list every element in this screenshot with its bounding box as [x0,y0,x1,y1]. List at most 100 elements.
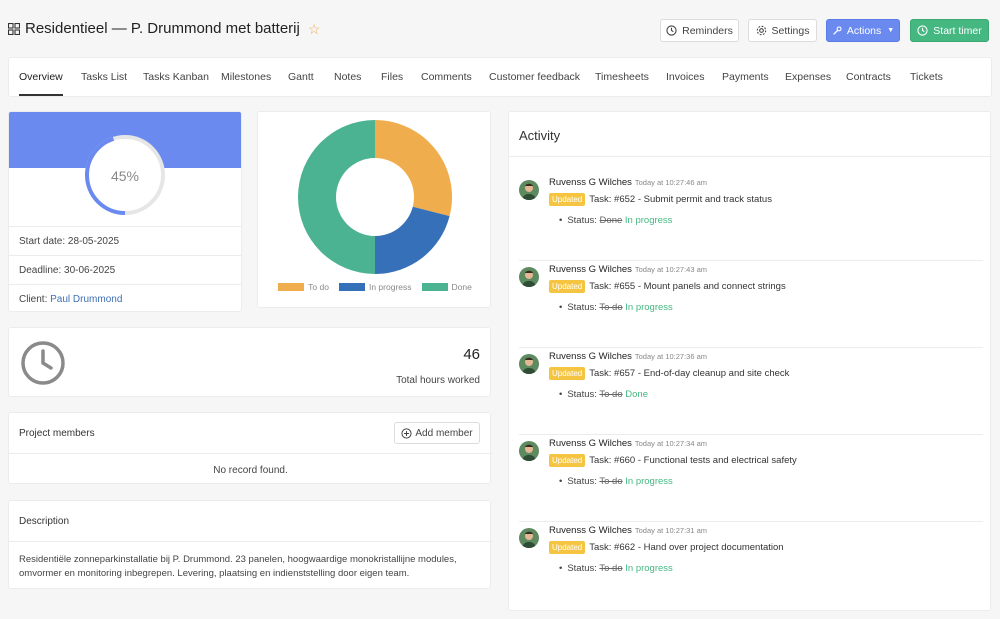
bullet-icon: • [559,389,563,400]
description-title: Description [19,516,70,527]
tab-overview[interactable]: Overview [19,58,63,96]
task-title[interactable]: Task: #652 - Submit permit and track sta… [589,194,772,205]
tab-notes[interactable]: Notes [334,58,361,96]
wrench-icon [832,25,842,36]
tab-gantt[interactable]: Gantt [288,58,314,96]
plus-circle-icon [401,427,412,439]
old-status: To do [599,563,623,574]
user-name[interactable]: Ruvenss G Wilches [549,438,632,449]
legend-item-todo[interactable]: To do [278,282,329,292]
activity-task-line: Updated Task: #657 - End-of-day cleanup a… [549,367,789,380]
client-link[interactable]: Paul Drummond [50,294,122,305]
tab-contracts[interactable]: Contracts [846,58,891,96]
activity-time: Today at 10:27:36 am [634,352,708,361]
user-name[interactable]: Ruvenss G Wilches [549,264,632,275]
updated-badge: Updated [549,367,586,380]
old-status: Done [599,215,623,226]
tab-expenses[interactable]: Expenses [785,58,831,96]
status-label: Status: [567,215,597,226]
tab-tasks-kanban[interactable]: Tasks Kanban [143,58,209,96]
activity-item: Ruvenss G Wilches Today at 10:27:43 am Up… [509,261,992,348]
tab-tasks-list[interactable]: Tasks List [81,58,127,96]
activity-time: Today at 10:27:43 am [634,265,708,274]
bullet-icon: • [559,476,563,487]
hours-card: 46 Total hours worked [8,327,491,397]
activity-status: • Status: Done In progress [559,215,672,226]
activity-item: Ruvenss G Wilches Today at 10:27:36 am Up… [509,348,992,435]
tab-milestones[interactable]: Milestones [221,58,271,96]
members-empty: No record found. [9,453,492,476]
new-status: In progress [625,563,673,574]
total-hours-label: Total hours worked [396,375,480,386]
activity-task-line: Updated Task: #660 - Functional tests and… [549,454,797,467]
tab-comments[interactable]: Comments [421,58,472,96]
task-title[interactable]: Task: #660 - Functional tests and electr… [589,455,797,466]
activity-item: Ruvenss G Wilches Today at 10:27:34 am Up… [509,435,992,522]
old-status: To do [599,389,623,400]
tab-payments[interactable]: Payments [722,58,769,96]
chart-legend: To do In progress Done [258,282,492,292]
updated-badge: Updated [549,454,586,467]
legend-swatch [278,283,305,291]
legend-item-done[interactable]: Done [421,282,472,292]
activity-user: Ruvenss G Wilches Today at 10:27:34 am [549,438,707,449]
activity-status: • Status: To do In progress [559,476,673,487]
add-member-button[interactable]: Add member [394,422,480,444]
user-name[interactable]: Ruvenss G Wilches [549,525,632,536]
donut-slice-todo[interactable] [375,120,452,217]
legend-swatch [338,283,365,291]
user-name[interactable]: Ruvenss G Wilches [549,177,632,188]
activity-user: Ruvenss G Wilches Today at 10:27:31 am [549,525,707,536]
donut-slice-in-progress[interactable] [375,206,450,274]
user-name[interactable]: Ruvenss G Wilches [549,351,632,362]
settings-button[interactable]: Settings [748,19,817,42]
start-timer-button[interactable]: Start timer [910,19,989,42]
legend-item-in-progress[interactable]: In progress [338,282,412,292]
activity-user: Ruvenss G Wilches Today at 10:27:46 am [549,177,707,188]
divider [9,541,492,542]
reminders-label: Reminders [682,24,733,37]
task-title[interactable]: Task: #655 - Mount panels and connect st… [589,281,785,292]
client-row: Client: Paul Drummond [9,284,241,311]
bullet-icon: • [559,302,563,313]
activity-item: Ruvenss G Wilches Today at 10:27:46 am Up… [509,174,992,261]
avatar[interactable] [519,354,539,374]
avatar[interactable] [519,180,539,200]
legend-label: To do [308,282,329,292]
activity-status: • Status: To do In progress [559,563,673,574]
page-title: Residentieel — P. Drummond met batterij [25,20,300,37]
avatar[interactable] [519,441,539,461]
title-wrap: Residentieel — P. Drummond met batterij … [7,20,321,37]
activity-title: Activity [519,128,561,143]
bullet-icon: • [559,563,563,574]
tab-timesheets[interactable]: Timesheets [595,58,649,96]
old-status: To do [599,476,623,487]
updated-badge: Updated [549,193,586,206]
description-card: Description Residentiële zonneparkinstal… [8,500,492,589]
project-progress-card: 45% Start date: 28-05-2025 Deadline: 30-… [8,111,242,312]
donut-slice-done[interactable] [298,120,375,274]
start-date: Start date: 28-05-2025 [9,226,241,255]
avatar[interactable] [519,267,539,287]
tab-invoices[interactable]: Invoices [666,58,705,96]
task-status-chart-card: To do In progress Done [257,111,491,308]
divider [509,156,992,157]
caret-down-icon: ▼ [887,27,895,34]
tab-files[interactable]: Files [381,58,403,96]
activity-user: Ruvenss G Wilches Today at 10:27:43 am [549,264,707,275]
page-header: Residentieel — P. Drummond met batterij … [0,0,1000,58]
task-title[interactable]: Task: #657 - End-of-day cleanup and site… [589,368,789,379]
star-icon[interactable]: ☆ [308,22,321,36]
new-status: Done [625,389,648,400]
tab-customer-feedback[interactable]: Customer feedback [489,58,580,96]
avatar[interactable] [519,528,539,548]
task-title[interactable]: Task: #662 - Hand over project documenta… [589,542,783,553]
reminders-button[interactable]: Reminders [660,19,739,42]
description-text: Residentiële zonneparkinstallatie bij P.… [19,554,457,579]
grid-icon [7,22,21,35]
tab-tickets[interactable]: Tickets [910,58,943,96]
clock-icon [20,340,66,389]
activity-time: Today at 10:27:46 am [634,178,708,187]
client-label: Client: [19,294,48,305]
actions-button[interactable]: Actions ▼ [826,19,900,42]
